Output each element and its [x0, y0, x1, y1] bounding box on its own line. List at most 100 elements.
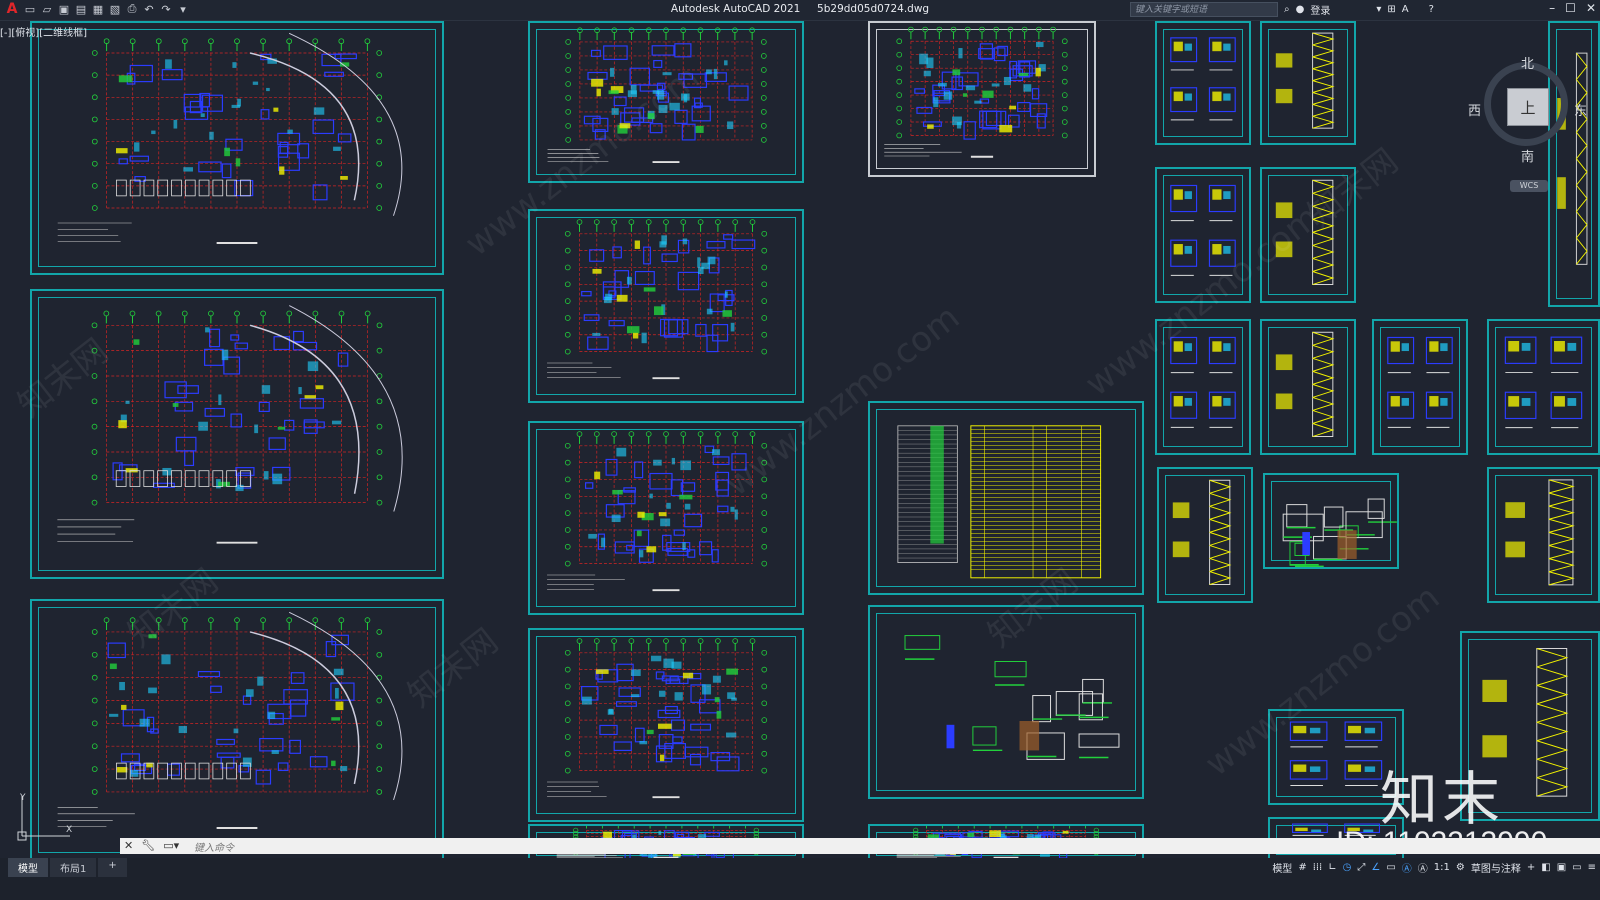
command-input[interactable]: 键入命令 — [194, 839, 234, 854]
drawing-sheet-units[interactable] — [1372, 319, 1468, 455]
title-bar: A ▭ ▱ ▣ ▤ ▦ ▧ ⎙ ↶ ↷ ▾ Autodesk AutoCAD 2… — [0, 0, 1600, 21]
save-icon[interactable]: ▣ — [57, 2, 71, 16]
customize-command-icon[interactable]: 🔧︎ — [141, 839, 155, 852]
drawing-sheet-detail[interactable] — [868, 605, 1144, 799]
snap-icon[interactable]: ⁞⁞⁞ — [1313, 862, 1323, 873]
command-line[interactable]: ✕ 🔧︎ ▭▾ 键入命令 — [120, 838, 1600, 854]
tab-layout1[interactable]: 布局1 — [50, 858, 97, 877]
drawing-sheet-site2[interactable] — [30, 289, 444, 579]
sheet-linework — [547, 219, 768, 380]
maximize-icon[interactable]: ☐ — [1565, 1, 1576, 15]
drawing-sheet-site3[interactable] — [30, 599, 444, 861]
app-title: Autodesk AutoCAD 2021 — [670, 3, 801, 15]
plus-icon[interactable]: + — [1527, 862, 1535, 873]
sheet-linework — [57, 305, 403, 544]
clean-screen-icon[interactable]: ▭ — [1572, 862, 1581, 873]
sheet-linework — [1170, 184, 1236, 276]
open-icon[interactable]: ▱ — [40, 2, 54, 16]
drawing-sheet-units[interactable] — [1155, 319, 1251, 455]
autoscale-icon[interactable]: Ⓐ — [1418, 860, 1428, 875]
close-icon[interactable]: ✕ — [1586, 1, 1596, 15]
publish-icon[interactable]: ▧ — [108, 2, 122, 16]
saveas-icon[interactable]: ▤ — [74, 2, 88, 16]
drawing-sheet-plan[interactable] — [528, 421, 804, 615]
autocad-logo-icon[interactable]: A — [4, 1, 20, 17]
drawing-sheet-detail[interactable] — [1263, 473, 1399, 569]
wcs-menu[interactable]: WCS — [1510, 180, 1548, 192]
search-input[interactable]: 键入关键字或短语 — [1130, 2, 1278, 17]
drawing-sheet-plan[interactable] — [528, 21, 804, 183]
drawing-sheet-stair[interactable] — [1260, 21, 1356, 145]
svg-text:Y: Y — [19, 793, 26, 803]
compass-south[interactable]: 南 — [1521, 146, 1534, 165]
add-layout-button[interactable]: + — [98, 858, 127, 877]
drawing-sheet-stair[interactable] — [1260, 319, 1356, 455]
drawing-sheet-stair[interactable] — [1487, 467, 1600, 603]
close-command-icon[interactable]: ✕ — [124, 839, 133, 852]
redo-icon[interactable]: ↷ — [159, 2, 173, 16]
drawing-sheet-stair[interactable] — [1157, 467, 1253, 603]
sheet-linework — [884, 26, 1068, 158]
quick-access-toolbar: A ▭ ▱ ▣ ▤ ▦ ▧ ⎙ ↶ ↷ ▾ — [4, 1, 190, 17]
brand-watermark: 知末 — [1380, 765, 1505, 833]
plot-icon[interactable]: ▦ — [91, 2, 105, 16]
cart-icon[interactable]: ⊞ — [1387, 4, 1395, 15]
model-space-button[interactable]: 模型 — [1272, 860, 1292, 875]
compass-west[interactable]: 西 — [1468, 100, 1481, 119]
drawing-sheet-table[interactable] — [868, 401, 1144, 595]
drawing-sheet-plan[interactable] — [868, 21, 1096, 177]
annotation-visibility-icon[interactable]: Ⓐ — [1402, 860, 1412, 875]
drawing-sheet-plan[interactable] — [528, 209, 804, 403]
undo-icon[interactable]: ↶ — [142, 2, 156, 16]
ucs-icon: Y X — [17, 793, 72, 841]
sheet-linework — [1282, 498, 1397, 567]
drawing-sheet-units[interactable] — [1155, 21, 1251, 145]
customize-icon[interactable]: ▾ — [176, 2, 190, 16]
gear-icon[interactable]: ⚙ — [1456, 862, 1465, 873]
drawing-sheet-stair[interactable] — [1260, 167, 1356, 303]
lineweight-icon[interactable]: ▭ — [1386, 862, 1395, 873]
viewport-controls[interactable]: [-][俯视][二维线框] — [0, 24, 87, 39]
autodesk-app-icon[interactable]: A — [1402, 4, 1409, 15]
drawing-sheet-plan[interactable] — [528, 628, 804, 822]
user-icon[interactable]: ● — [1296, 4, 1305, 15]
osnap-icon[interactable]: ∠ — [1371, 862, 1380, 873]
drawing-canvas[interactable]: 知末网 www.znzmo.com 知末网 www.znzmo.com 知末网 www.z… — [0, 21, 1600, 864]
workspace-switch[interactable]: 草图与注释 — [1471, 860, 1521, 875]
recent-commands-icon[interactable]: ▭▾ — [163, 839, 179, 852]
viewcube-face[interactable]: 上 — [1507, 88, 1549, 126]
hardware-accel-icon[interactable]: ▣ — [1557, 862, 1566, 873]
drawing-sheet-units[interactable] — [1155, 167, 1251, 303]
sheet-linework — [1275, 331, 1335, 438]
polar-icon[interactable]: ◷ — [1343, 862, 1352, 873]
command-line-icons: ✕ 🔧︎ ▭▾ — [124, 839, 179, 852]
minimize-icon[interactable]: – — [1549, 1, 1555, 15]
grid-icon[interactable]: # — [1298, 862, 1306, 873]
isolate-icon[interactable]: ◧ — [1541, 862, 1550, 873]
sheet-linework — [1170, 37, 1236, 121]
osnap-tracking-icon[interactable]: ⤢ — [1357, 862, 1365, 873]
ortho-icon[interactable]: ∟ — [1328, 862, 1336, 873]
new-icon[interactable]: ▭ — [23, 2, 37, 16]
login-button[interactable]: 登录 — [1310, 2, 1330, 17]
sheet-linework — [547, 27, 767, 164]
drawing-sheet-site[interactable] — [30, 21, 444, 275]
viewcube[interactable]: 上 北 南 西 东 WCS — [1468, 50, 1588, 200]
sheet-linework — [897, 425, 1102, 579]
sheet-linework — [904, 635, 1120, 760]
search-icon[interactable]: ⌕ — [1284, 4, 1290, 15]
chevron-down-icon[interactable]: ▾ — [1376, 4, 1381, 15]
tab-model[interactable]: 模型 — [8, 858, 48, 877]
annotation-scale[interactable]: 1:1 — [1434, 862, 1450, 873]
compass-east[interactable]: 东 — [1574, 100, 1587, 119]
drawing-sheet-units[interactable] — [1487, 319, 1600, 455]
sheet-linework — [1504, 336, 1583, 429]
help-icon[interactable]: ? — [1429, 4, 1434, 15]
file-name: 5b29dd05d0724.dwg — [817, 3, 930, 15]
sheet-linework — [1275, 179, 1335, 286]
compass-north[interactable]: 北 — [1521, 53, 1534, 72]
print-icon[interactable]: ⎙ — [125, 2, 139, 16]
sheet-linework — [57, 611, 403, 830]
menu-icon[interactable]: ≡ — [1588, 862, 1596, 873]
sheet-linework — [1275, 32, 1335, 129]
